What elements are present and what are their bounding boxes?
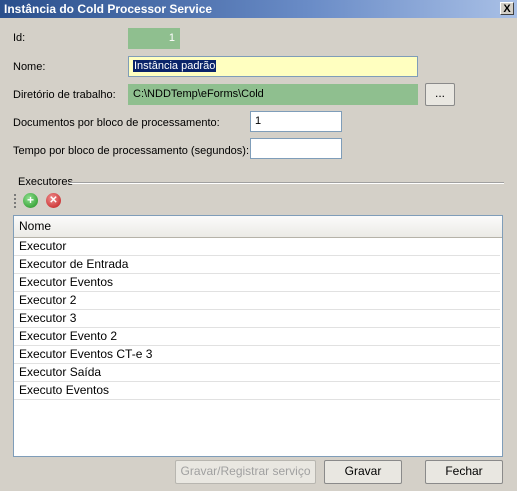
- nome-field-value: Instância padrão: [133, 60, 217, 72]
- diretorio-field[interactable]: C:\NDDTemp\eForms\Cold: [128, 84, 418, 105]
- tempo-label: Tempo por bloco de processamento (segund…: [13, 145, 250, 157]
- window-title: Instância do Cold Processor Service: [4, 2, 213, 16]
- table-row[interactable]: Executor Evento 2: [14, 328, 500, 346]
- id-field[interactable]: 1: [128, 28, 180, 49]
- table-row[interactable]: Executor 2: [14, 292, 500, 310]
- executores-grid: Nome Executor Executor de Entrada Executor…: [13, 215, 503, 457]
- group-divider: [70, 182, 504, 184]
- nome-label: Nome:: [13, 61, 46, 73]
- grid-rows: Executor Executor de Entrada Executor Even…: [14, 238, 502, 400]
- close-button[interactable]: Fechar: [425, 460, 503, 484]
- browse-button[interactable]: ...: [425, 83, 455, 106]
- diretorio-label: Diretório de trabalho:: [13, 89, 116, 101]
- remove-icon[interactable]: ✕: [46, 193, 61, 208]
- executores-group-title: Executores: [18, 176, 74, 188]
- nome-field[interactable]: Instância padrão: [128, 56, 418, 77]
- table-row[interactable]: Executor de Entrada: [14, 256, 500, 274]
- register-service-button[interactable]: Gravar/Registrar serviço: [175, 460, 316, 484]
- table-row[interactable]: Executor: [14, 238, 500, 256]
- table-row[interactable]: Executor Eventos CT-e 3: [14, 346, 500, 364]
- table-row[interactable]: Executor Saída: [14, 364, 500, 382]
- id-label: Id:: [13, 32, 26, 44]
- docs-label: Documentos por bloco de processamento:: [13, 117, 220, 129]
- save-button[interactable]: Gravar: [324, 460, 402, 484]
- docs-field[interactable]: 1: [250, 111, 342, 132]
- table-row[interactable]: Executor 3: [14, 310, 500, 328]
- table-row[interactable]: Executo Eventos: [14, 382, 500, 400]
- close-window-button[interactable]: X: [500, 2, 514, 15]
- table-row[interactable]: Executor Eventos: [14, 274, 500, 292]
- column-header-nome[interactable]: Nome: [14, 216, 502, 238]
- add-icon[interactable]: +: [23, 193, 38, 208]
- title-bar: Instância do Cold Processor Service X: [0, 0, 517, 18]
- toolbar-grip[interactable]: [14, 194, 16, 208]
- tempo-field[interactable]: [250, 138, 342, 159]
